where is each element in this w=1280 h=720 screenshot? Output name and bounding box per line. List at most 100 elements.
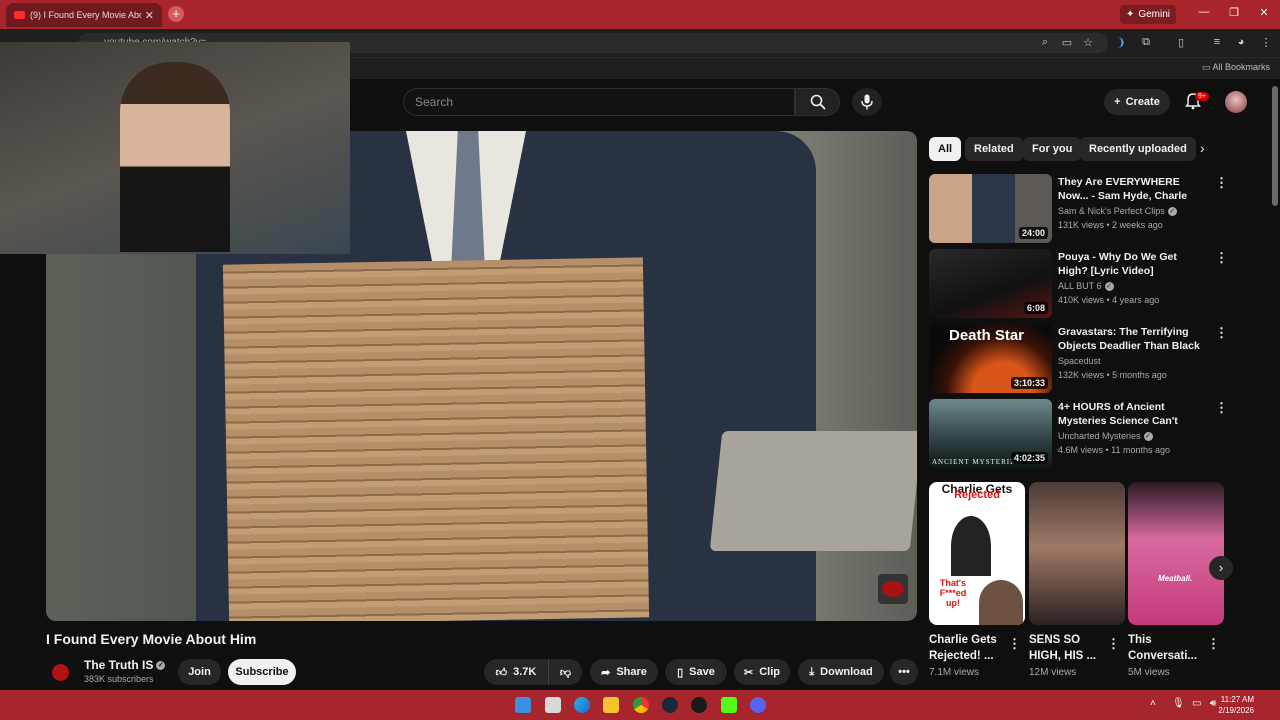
create-button[interactable]: + Create [1104,89,1170,115]
restore-button[interactable]: ❐ [1226,6,1242,19]
recommendation-item[interactable]: 6:08 Pouya - Why Do We Get High? [Lyric … [929,249,1259,319]
short-title[interactable]: SENS SO HIGH, HIS ... [1029,632,1111,664]
file-explorer-icon[interactable] [603,697,619,713]
more-vertical-icon[interactable]: ⋮ [1008,636,1021,652]
more-vertical-icon[interactable]: ⋮ [1207,636,1220,652]
more-actions-button[interactable]: ••• [890,659,918,685]
system-clock[interactable]: 11:27 AM 2/19/2026 [1218,694,1254,716]
like-button[interactable]: 👍︎ 3.7K [484,659,548,685]
close-window-button[interactable]: ✕ [1256,6,1272,19]
channel-name[interactable]: The Truth IS ✓ [84,658,166,672]
clip-label: Clip [759,666,780,678]
reading-list-icon[interactable]: ≡ [1210,36,1224,48]
browser-menu-icon[interactable]: ⋮ [1259,36,1273,49]
subscribe-button[interactable]: Subscribe [228,659,296,685]
short-title[interactable]: Charlie Gets Rejected! ... [929,632,1011,664]
search-input[interactable]: Search [403,88,795,116]
shorts-next-button[interactable]: › [1209,556,1233,580]
clock-time: 11:27 AM [1220,695,1254,704]
channel-watermark[interactable] [878,574,908,604]
more-horizontal-icon: ••• [898,666,910,678]
extensions-puzzle-icon[interactable]: ⧉ [1139,36,1153,49]
more-vertical-icon[interactable]: ⋮ [1215,400,1228,416]
short-thumb-quote: That's F***ed up! [939,578,967,608]
search-icon [810,94,826,110]
share-button[interactable]: ➦ Share [590,659,658,685]
clip-button[interactable]: ✂ Clip [734,659,790,685]
bookmark-icon: ▯ [677,666,684,679]
chip-related[interactable]: Related [965,137,1023,161]
recommendation-meta: 4.6M views • 11 months ago [1058,445,1171,455]
channel-name-text: The Truth IS [84,658,154,672]
short-thumbnail[interactable]: Meatball. [1128,482,1224,625]
bookmark-star-icon[interactable]: ☆ [1081,36,1095,49]
zoom-icon[interactable]: ⌕ [1038,36,1052,49]
short-thumb-text: Meatball. [1158,574,1193,583]
cast-icon[interactable]: ▭ [1060,36,1074,49]
edge-browser-icon[interactable] [574,697,590,713]
chip-for-you[interactable]: For you [1023,137,1082,161]
kick-icon[interactable] [721,697,737,713]
chip-all[interactable]: All [929,137,962,161]
dislike-button[interactable]: 👎︎ [548,659,582,685]
profile-icon[interactable]: ◕ [1234,36,1248,48]
download-button[interactable]: ⤓ Download [798,659,884,685]
extension-wave-icon[interactable]: ❩ [1114,36,1128,49]
discord-icon[interactable] [750,697,766,713]
minimize-button[interactable]: — [1196,6,1212,18]
new-tab-button[interactable]: + [168,6,184,22]
steam-icon[interactable] [662,697,678,713]
subscribe-label: Subscribe [235,666,289,678]
tray-overflow-icon[interactable]: ˄ [1150,698,1156,709]
video-frame-paper-stack [222,257,650,621]
scissors-icon: ✂ [744,666,754,679]
page-scrollbar[interactable] [1272,86,1278,206]
download-label: Download [820,666,873,678]
recommendation-item[interactable]: Death Star 3:10:33 Gravastars: The Terri… [929,324,1259,394]
voice-search-button[interactable] [852,88,882,116]
more-vertical-icon[interactable]: ⋮ [1215,325,1228,341]
video-frame-laptop [709,431,917,551]
save-button[interactable]: ▯ Save [665,659,727,685]
obs-icon[interactable] [691,697,707,713]
volume-icon[interactable]: 🔊︎ [1210,698,1216,709]
download-icon: ⤓ [809,665,815,678]
duration-badge: 6:08 [1023,302,1048,314]
short-title[interactable]: This Conversati... [1128,632,1210,664]
watermark-logo-icon [882,581,904,597]
account-avatar[interactable] [1225,91,1247,113]
verified-icon: ✓ [156,661,166,671]
thumbs-down-icon: 👎︎ [559,666,572,679]
plus-icon: + [1114,96,1121,108]
chip-recently-uploaded[interactable]: Recently uploaded [1080,137,1196,161]
recommendation-channel: Spacedust [1058,356,1101,366]
microphone-icon [861,94,873,110]
notification-badge: 9+ [1195,92,1209,101]
close-tab-icon[interactable]: ✕ [145,9,154,22]
join-button[interactable]: Join [178,659,221,685]
chevron-right-icon[interactable]: › [1200,140,1205,156]
recommendation-item[interactable]: ANCIENT MYSTERIES 4:02:35 4+ HOURS of An… [929,399,1259,469]
split-view-icon[interactable]: ▯ [1174,36,1188,49]
more-vertical-icon[interactable]: ⋮ [1215,250,1228,266]
gemini-label: Gemini [1138,9,1171,20]
folder-icon: ▭ [1201,62,1213,72]
more-vertical-icon[interactable]: ⋮ [1215,175,1228,191]
start-windows-icon[interactable] [515,697,531,713]
browser-tab[interactable]: (9) I Found Every Movie About ✕ [6,3,162,27]
short-views: 12M views [1029,667,1077,678]
channel-avatar[interactable] [46,658,75,687]
short-thumbnail[interactable] [1029,482,1125,625]
short-thumbnail[interactable]: Charlie Gets Rejected That's F***ed up! [929,482,1025,625]
subscriber-count: 383K subscribers [84,674,154,684]
display-tray-icon[interactable]: ▭ [1192,698,1201,709]
task-view-icon[interactable] [545,697,561,713]
more-vertical-icon[interactable]: ⋮ [1107,636,1120,652]
all-bookmarks-button[interactable]: ▭ All Bookmarks [1202,62,1270,73]
chrome-icon[interactable] [633,697,649,713]
microphone-tray-icon[interactable]: 🎙︎ [1172,698,1185,709]
gemini-button[interactable]: ✦ Gemini [1120,5,1176,24]
search-button[interactable] [795,88,840,116]
tab-title: (9) I Found Every Movie About [30,10,141,20]
recommendation-item[interactable]: 24:00 They Are EVERYWHERE Now... - Sam H… [929,174,1259,244]
